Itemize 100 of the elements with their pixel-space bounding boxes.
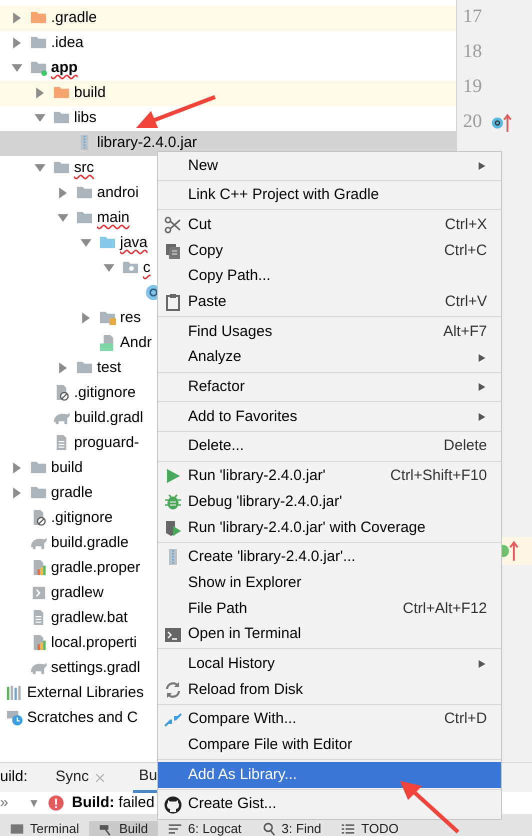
line-number: 17	[463, 5, 482, 30]
shortcut-text: Alt+F7	[443, 322, 488, 342]
shortcut-text: Ctrl+D	[444, 709, 488, 730]
menu-item[interactable]: Copy Path...	[158, 264, 501, 290]
folder-icon	[30, 484, 47, 501]
menu-item[interactable]: Open in Terminal	[158, 622, 501, 648]
shortcut-text: Ctrl+Alt+F12	[402, 598, 488, 619]
annotation-arrow	[400, 781, 460, 834]
shortcut-text: Delete	[444, 436, 488, 456]
folder-icon	[53, 109, 70, 126]
line-number: 20	[463, 110, 482, 134]
folder-icon	[76, 359, 93, 376]
folder-icon	[30, 459, 47, 476]
error-icon	[48, 795, 64, 811]
shortcut-text: Ctrl+C	[444, 240, 488, 261]
menu-item[interactable]: Link C++ Project with Gradle	[158, 182, 501, 208]
tree-item[interactable]: .idea	[10, 34, 84, 51]
folder-icon	[53, 84, 70, 101]
collapse-toggle[interactable]: ▼	[28, 794, 40, 812]
folder-icon	[30, 9, 47, 26]
menu-item[interactable]: New	[158, 153, 501, 179]
tree-item[interactable]: build	[10, 459, 83, 476]
tree-item[interactable]: settings.gradl	[10, 659, 140, 676]
tool-window-button[interactable]: TODO	[331, 821, 409, 836]
folder-icon	[76, 184, 93, 201]
menu-item[interactable]: Refactor	[158, 374, 501, 400]
tree-item[interactable]: res	[79, 309, 141, 326]
tree-item[interactable]: .gradle	[10, 9, 97, 26]
tree-item[interactable]: build	[33, 84, 106, 101]
folder-icon	[30, 59, 47, 76]
play-icon	[164, 467, 182, 486]
tree-item[interactable]: gradlew	[10, 584, 104, 601]
clipboard-icon	[164, 293, 182, 312]
manifest-icon	[99, 334, 116, 351]
tree-item[interactable]: .gitignore	[10, 509, 113, 526]
terminal-icon	[164, 626, 182, 644]
menu-item[interactable]: Add As Library...	[158, 762, 501, 788]
tree-item[interactable]: External Libraries	[6, 684, 144, 701]
folder-icon	[53, 159, 70, 176]
tree-item[interactable]: build.gradl	[33, 409, 144, 426]
menu-item[interactable]: Compare File with Editor	[158, 732, 501, 758]
folder-icon	[30, 34, 47, 51]
folder-icon	[99, 234, 116, 251]
tree-item[interactable]: java	[79, 234, 148, 251]
shortcut-text: Ctrl+X	[444, 214, 488, 235]
menu-item[interactable]: Create 'library-2.4.0.jar'...	[158, 544, 501, 570]
tree-item[interactable]: Andr	[79, 334, 152, 351]
tree-item[interactable]: app	[10, 59, 78, 76]
tool-window-button[interactable]: Terminal	[0, 821, 90, 836]
tree-item[interactable]: androi	[56, 184, 139, 201]
panel-tab[interactable]: Sync	[50, 762, 111, 792]
folder-icon	[99, 309, 116, 326]
menu-item[interactable]: Create Gist...	[158, 792, 501, 818]
menu-item[interactable]: Delete... Delete	[158, 434, 501, 460]
tree-item[interactable]: libs	[33, 109, 97, 126]
tree-item[interactable]: build.gradle	[10, 534, 129, 551]
menu-item[interactable]: Run 'library-2.4.0.jar' with Coverage	[158, 514, 501, 541]
tree-item[interactable]: Scratches and C	[6, 709, 138, 726]
coverage-icon	[164, 518, 182, 537]
menu-item[interactable]: Copy Ctrl+C	[158, 238, 501, 264]
copy-icon	[164, 242, 182, 260]
tree-item[interactable]: src	[33, 159, 94, 176]
menu-item[interactable]: Debug 'library-2.4.0.jar'	[158, 489, 501, 515]
menu-item[interactable]: Compare With... Ctrl+D	[158, 706, 501, 732]
folder-icon	[76, 209, 93, 226]
scratch-icon	[6, 709, 23, 726]
menu-item[interactable]: Find Usages Alt+F7	[158, 319, 501, 345]
tree-item[interactable]: gradle.proper	[10, 559, 140, 576]
tool-window-button[interactable]: 3: Find	[252, 821, 332, 836]
menu-item[interactable]: Show in Explorer	[158, 570, 501, 596]
tree-item[interactable]: gradle	[10, 484, 93, 501]
compare-icon	[164, 710, 182, 729]
tree-item[interactable]: c	[102, 259, 150, 276]
tool-window-button[interactable]: 6: Logcat	[158, 821, 252, 836]
menu-item[interactable]: Cut Ctrl+X	[158, 212, 501, 238]
tool-window-button[interactable]: Build	[89, 821, 158, 836]
shortcut-text: Ctrl+V	[444, 292, 488, 312]
expand-toggle[interactable]: »	[0, 792, 20, 814]
build-status-text: Build: failed	[72, 792, 154, 813]
menu-item[interactable]: File Path Ctrl+Alt+F12	[158, 596, 501, 622]
package-icon	[122, 259, 139, 276]
menu-item[interactable]: Local History	[158, 651, 501, 678]
menu-item[interactable]: Add to Favorites	[158, 404, 501, 430]
tree-item[interactable]: proguard-	[33, 434, 140, 451]
close-icon	[94, 772, 105, 782]
shortcut-text: Ctrl+Shift+F10	[390, 466, 488, 486]
lines-icon	[168, 822, 182, 836]
menu-item[interactable]: Reload from Disk	[158, 677, 501, 703]
list-icon	[341, 822, 356, 836]
terminal-icon	[30, 584, 47, 601]
tree-item[interactable]: local.properti	[10, 634, 137, 651]
tree-item[interactable]: test	[56, 359, 122, 376]
line-number: 19	[463, 75, 482, 100]
tree-item[interactable]: gradlew.bat	[10, 609, 128, 626]
scissors-icon	[164, 216, 182, 234]
menu-item[interactable]: Paste Ctrl+V	[158, 289, 501, 316]
menu-item[interactable]: Analyze	[158, 344, 501, 370]
tree-item[interactable]: .gitignore	[33, 384, 136, 401]
tree-item[interactable]: main	[56, 209, 130, 226]
menu-item[interactable]: Run 'library-2.4.0.jar' Ctrl+Shift+F10	[158, 464, 501, 490]
